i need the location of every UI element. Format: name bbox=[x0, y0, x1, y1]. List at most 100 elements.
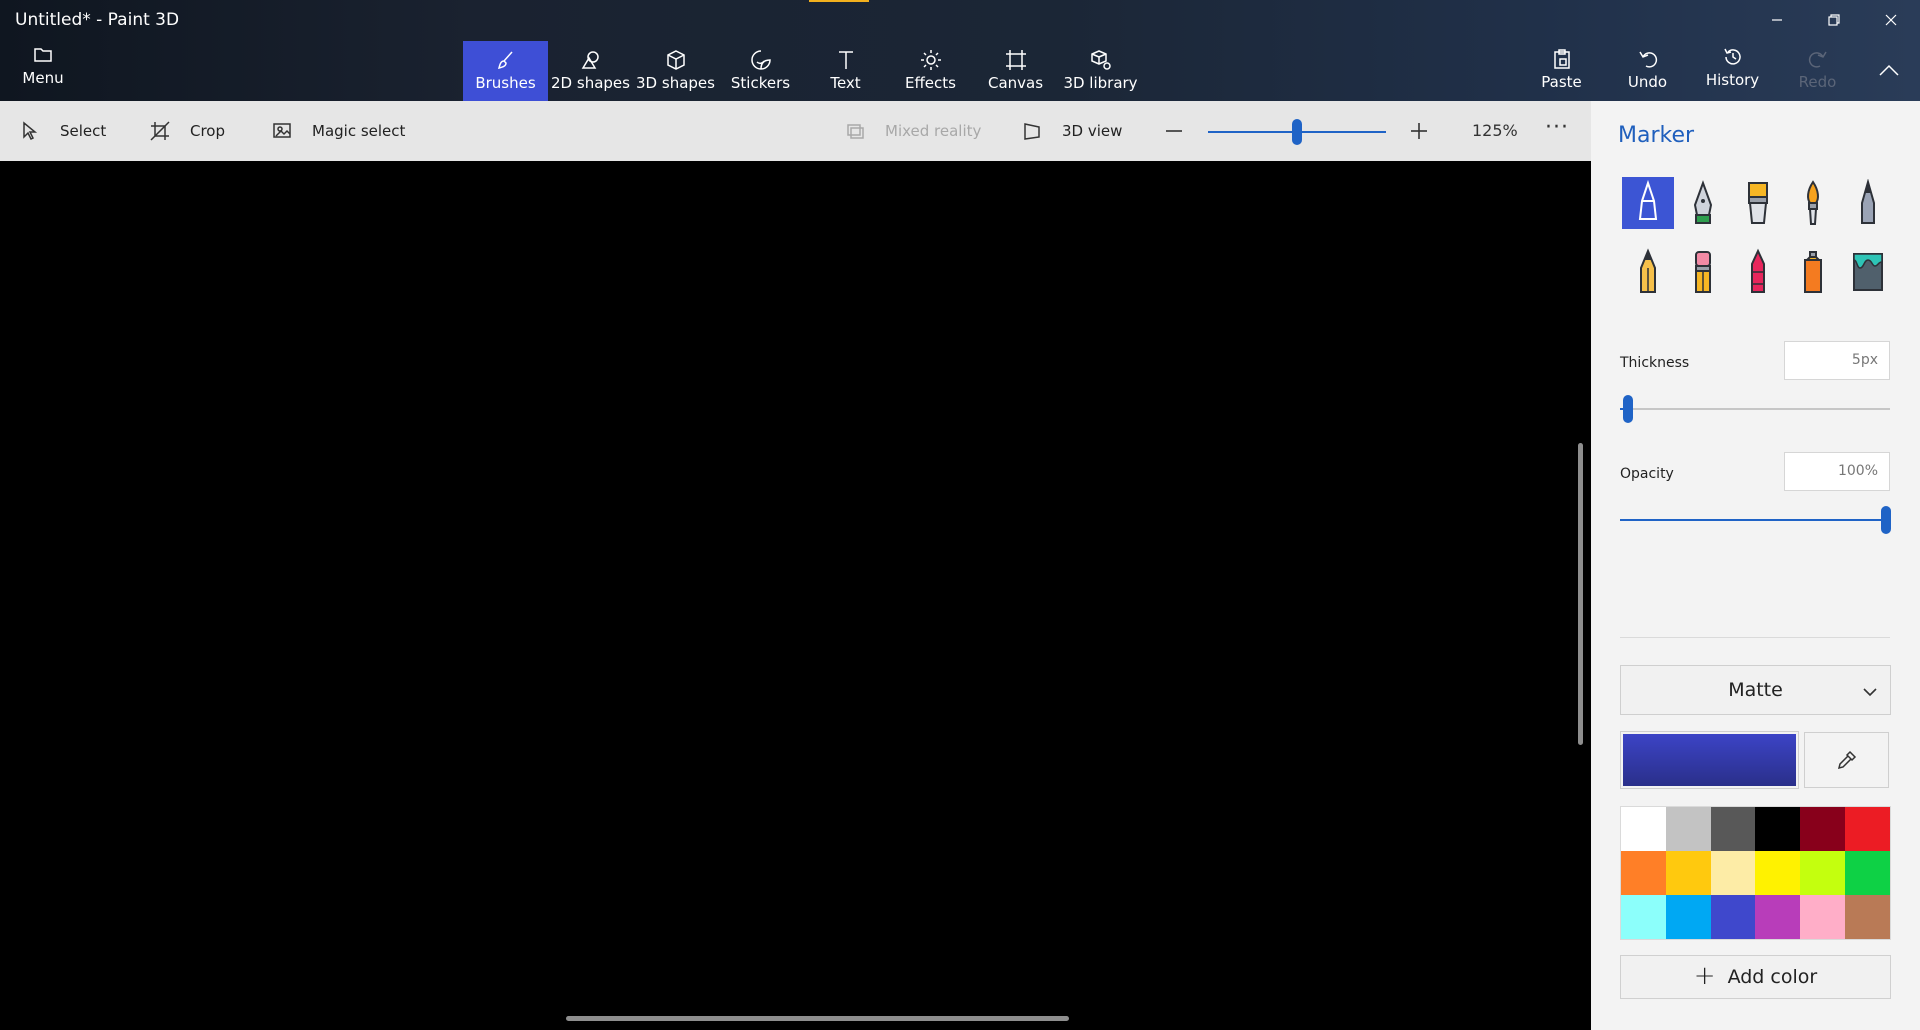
tab-canvas[interactable]: Canvas bbox=[973, 41, 1058, 101]
brush-pixel-pen[interactable] bbox=[1842, 177, 1894, 229]
color-swatch[interactable] bbox=[1665, 851, 1711, 895]
undo-button[interactable]: Undo bbox=[1610, 40, 1685, 100]
tab-label: 3D library bbox=[1063, 74, 1138, 92]
drawing-canvas[interactable] bbox=[0, 161, 1591, 1030]
thickness-label: Thickness bbox=[1620, 355, 1690, 371]
thickness-slider-thumb[interactable] bbox=[1623, 395, 1634, 423]
add-color-label: Add color bbox=[1727, 966, 1818, 988]
minimize-button[interactable] bbox=[1754, 4, 1800, 36]
add-color-button[interactable]: + Add color bbox=[1620, 955, 1891, 999]
color-swatch[interactable] bbox=[1621, 807, 1666, 851]
tab-label: 2D shapes bbox=[551, 74, 630, 92]
zoom-percentage[interactable]: 125% bbox=[1472, 101, 1518, 161]
crop-button[interactable]: Crop bbox=[150, 101, 225, 161]
color-swatch[interactable] bbox=[1621, 895, 1666, 939]
tab-label: Effects bbox=[905, 74, 956, 92]
color-swatch[interactable] bbox=[1755, 851, 1801, 895]
color-swatch[interactable] bbox=[1800, 895, 1846, 939]
paste-icon bbox=[1553, 49, 1570, 69]
color-swatch[interactable] bbox=[1710, 851, 1756, 895]
thickness-input[interactable]: 5px bbox=[1784, 341, 1890, 380]
paste-button[interactable]: Paste bbox=[1524, 40, 1599, 100]
chevron-up-icon bbox=[1879, 64, 1899, 76]
3d-view-button[interactable]: 3D view bbox=[1022, 101, 1122, 161]
color-swatch[interactable] bbox=[1800, 851, 1846, 895]
color-swatch[interactable] bbox=[1710, 807, 1756, 851]
eraser-icon bbox=[1695, 251, 1711, 293]
action-label: Undo bbox=[1627, 73, 1668, 91]
brush-crayon[interactable] bbox=[1732, 246, 1784, 298]
spray-can-icon bbox=[1804, 251, 1822, 293]
color-swatch[interactable] bbox=[1845, 807, 1890, 851]
opacity-slider-thumb[interactable] bbox=[1881, 506, 1891, 534]
tab-stickers[interactable]: Stickers bbox=[718, 41, 803, 101]
redo-button[interactable]: Redo bbox=[1780, 40, 1855, 100]
brush-fill[interactable] bbox=[1842, 246, 1894, 298]
color-swatch[interactable] bbox=[1845, 851, 1890, 895]
crayon-icon bbox=[1751, 248, 1765, 293]
brush-oil[interactable] bbox=[1732, 177, 1784, 229]
color-swatch[interactable] bbox=[1800, 807, 1846, 851]
3d-library-icon bbox=[1090, 50, 1111, 70]
tab-3d-library[interactable]: 3D library bbox=[1058, 41, 1143, 101]
crop-label: Crop bbox=[190, 122, 226, 140]
menu-label: Menu bbox=[22, 69, 64, 87]
tab-3d-shapes[interactable]: 3D shapes bbox=[633, 41, 718, 101]
horizontal-scrollbar[interactable] bbox=[566, 1016, 1069, 1021]
panel-title: Marker bbox=[1618, 123, 1695, 148]
zoom-in-button[interactable] bbox=[1403, 115, 1435, 147]
collapse-ribbon-button[interactable] bbox=[1866, 54, 1912, 86]
tab-2d-shapes[interactable]: 2D shapes bbox=[548, 41, 633, 101]
mixed-reality-label: Mixed reality bbox=[885, 122, 982, 140]
brush-calligraphy-pen[interactable] bbox=[1677, 177, 1729, 229]
magic-select-button[interactable]: Magic select bbox=[272, 101, 405, 161]
menu-button[interactable]: Menu bbox=[14, 36, 72, 96]
restore-button[interactable] bbox=[1811, 4, 1857, 36]
selection-toolbar: Select Crop Magic select Mixed reality 3… bbox=[0, 101, 1591, 161]
eyedropper-button[interactable] bbox=[1804, 732, 1889, 788]
tab-label: Canvas bbox=[987, 74, 1044, 92]
color-swatch[interactable] bbox=[1621, 851, 1666, 895]
color-swatch[interactable] bbox=[1845, 895, 1890, 939]
opacity-label: Opacity bbox=[1620, 466, 1674, 482]
tab-label: 3D shapes bbox=[636, 74, 715, 92]
mixed-reality-button[interactable]: Mixed reality bbox=[845, 101, 981, 161]
color-swatch[interactable] bbox=[1710, 895, 1756, 939]
color-swatch[interactable] bbox=[1755, 895, 1801, 939]
finish-dropdown[interactable]: Matte bbox=[1620, 665, 1891, 715]
current-color-swatch[interactable] bbox=[1620, 731, 1799, 789]
tab-effects[interactable]: Effects bbox=[888, 41, 973, 101]
thickness-slider-track[interactable] bbox=[1620, 408, 1890, 410]
brush-marker[interactable] bbox=[1622, 177, 1674, 229]
window-title: Untitled* - Paint 3D bbox=[15, 10, 180, 30]
brush-eraser[interactable] bbox=[1677, 246, 1729, 298]
tab-text[interactable]: Text bbox=[803, 41, 888, 101]
tab-brushes[interactable]: Brushes bbox=[463, 41, 548, 101]
zoom-out-button[interactable] bbox=[1158, 115, 1190, 147]
history-icon bbox=[1723, 48, 1741, 65]
redo-icon bbox=[1808, 51, 1827, 68]
watercolor-icon bbox=[1807, 180, 1819, 225]
fill-bucket-icon bbox=[1853, 253, 1883, 291]
minimize-icon bbox=[1772, 19, 1782, 21]
tab-label: Brushes bbox=[475, 74, 536, 92]
vertical-scrollbar[interactable] bbox=[1578, 443, 1583, 745]
color-swatch[interactable] bbox=[1665, 807, 1711, 851]
brush-spray-can[interactable] bbox=[1787, 246, 1839, 298]
zoom-slider-thumb[interactable] bbox=[1292, 119, 1302, 145]
opacity-slider-fill bbox=[1620, 519, 1890, 521]
tab-label: Text bbox=[830, 74, 861, 92]
action-label: Redo bbox=[1798, 73, 1837, 91]
brush-watercolor[interactable] bbox=[1787, 177, 1839, 229]
close-button[interactable] bbox=[1868, 4, 1914, 36]
color-swatch[interactable] bbox=[1665, 895, 1711, 939]
more-options-button[interactable]: ··· bbox=[1545, 101, 1569, 161]
select-button[interactable]: Select bbox=[20, 101, 106, 161]
cursor-icon bbox=[23, 121, 38, 141]
opacity-input[interactable]: 100% bbox=[1784, 452, 1890, 491]
magic-select-icon bbox=[273, 123, 291, 138]
pixel-pen-icon bbox=[1861, 179, 1875, 224]
brush-pencil[interactable] bbox=[1622, 246, 1674, 298]
color-swatch[interactable] bbox=[1755, 807, 1801, 851]
history-button[interactable]: History bbox=[1695, 38, 1770, 98]
